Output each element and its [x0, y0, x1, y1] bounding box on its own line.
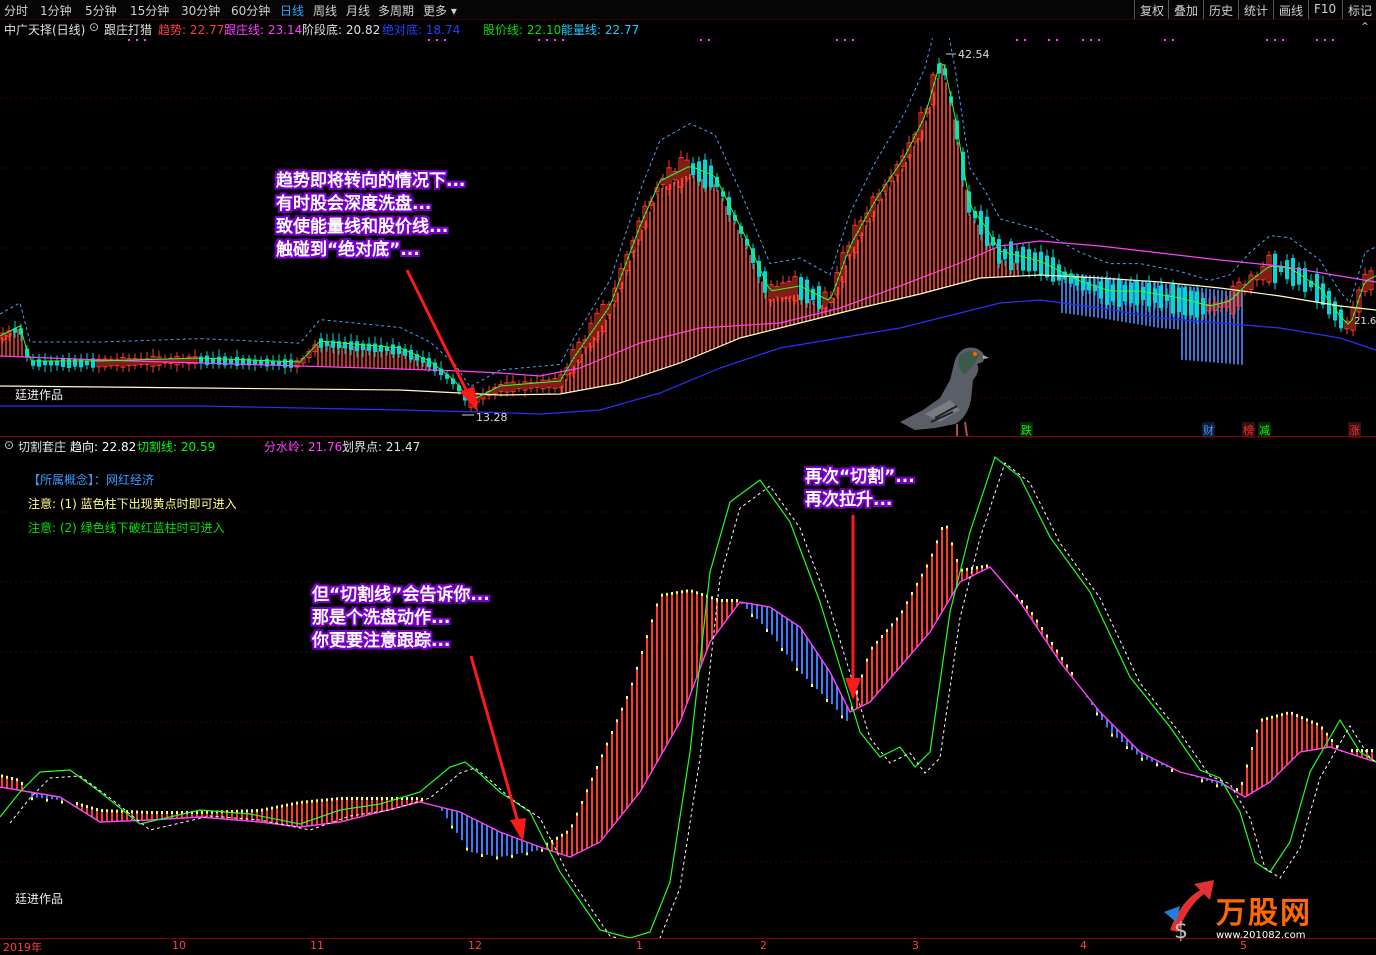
- arrow-3-head: [845, 678, 861, 700]
- arrow-2-head: [510, 818, 526, 842]
- x-tick-2: 2: [760, 939, 767, 952]
- arrow-1: [405, 269, 472, 399]
- svg-text:$: $: [1174, 919, 1188, 944]
- arrow-2: [469, 655, 521, 827]
- logo-arrow-icon: $: [1164, 880, 1214, 944]
- annotation-arrows: [405, 269, 861, 842]
- x-tick-3: 3: [912, 939, 919, 952]
- x-tick-12: 12: [468, 939, 482, 952]
- logo-text: 万股网: [1216, 896, 1312, 931]
- arrow-1-head: [460, 386, 478, 412]
- site-logo: $ 万股网 www.201082.com: [1160, 872, 1360, 944]
- x-tick-10: 10: [172, 939, 186, 952]
- x-tick-4: 4: [1080, 939, 1087, 952]
- logo-url: www.201082.com: [1216, 930, 1306, 941]
- x-tick-11: 11: [310, 939, 324, 952]
- x-tick-2019: 2019年: [3, 941, 42, 954]
- x-tick-1: 1: [636, 939, 643, 952]
